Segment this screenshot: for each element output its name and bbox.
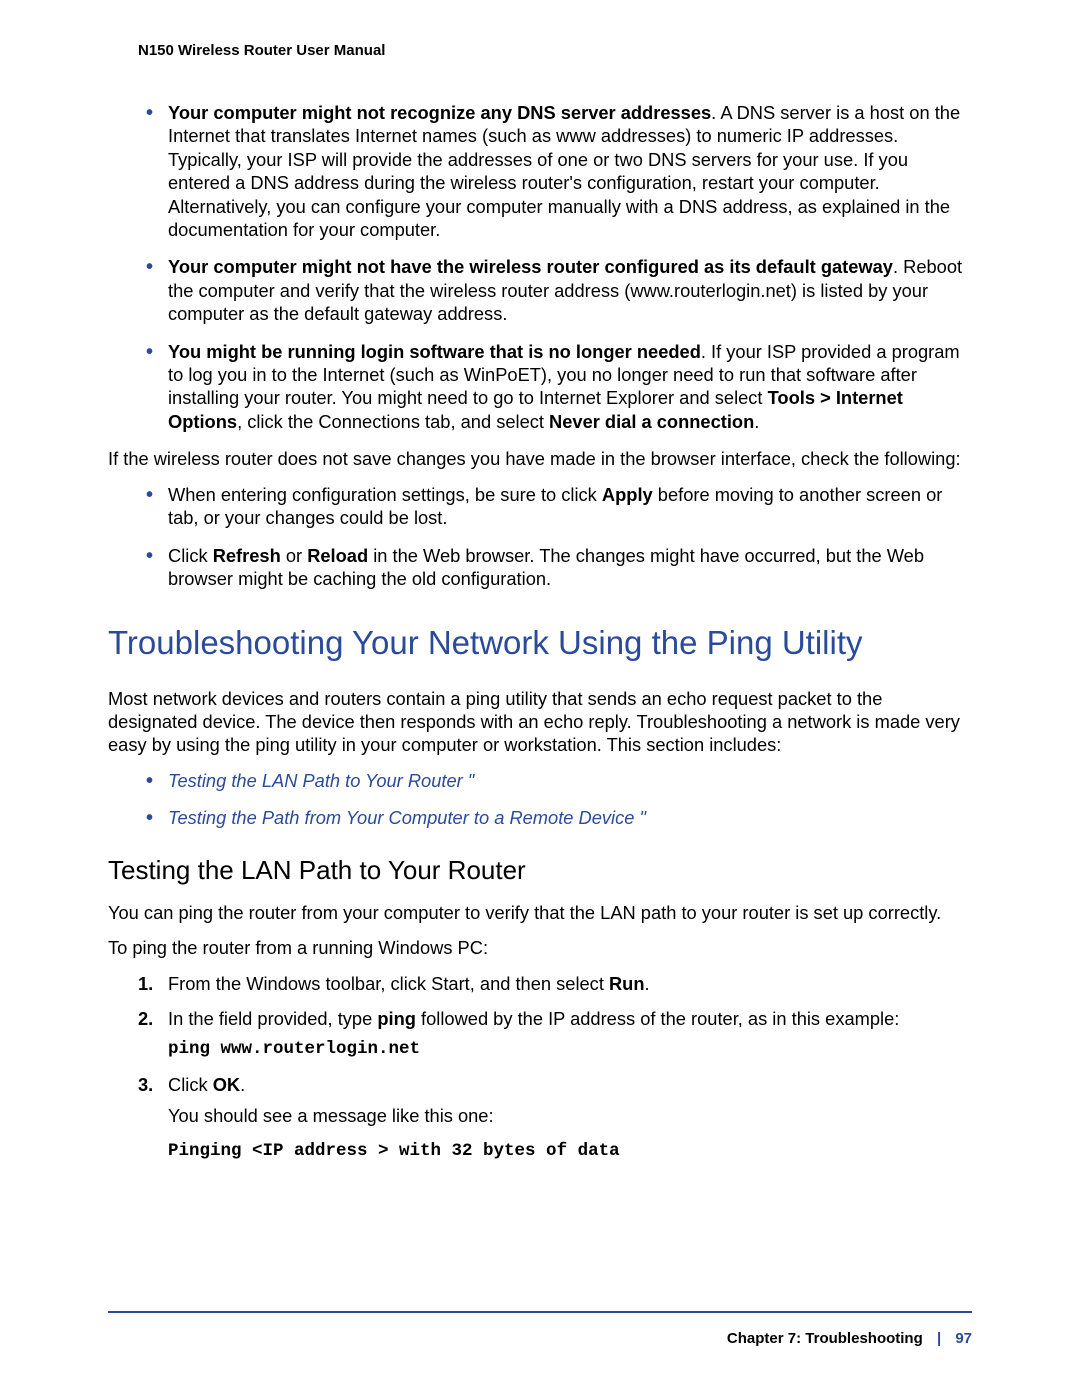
bullet-list-1: Your computer might not recognize any DN… — [138, 101, 972, 433]
cross-reference-link[interactable]: Testing the Path from Your Computer to a… — [168, 807, 646, 828]
bold-lead: Your computer might not recognize any DN… — [168, 102, 711, 123]
cross-reference-link[interactable]: Testing the LAN Path to Your Router " — [168, 770, 474, 791]
code-line: Pinging <IP address > with 32 bytes of d… — [168, 1140, 972, 1162]
separator: | — [927, 1330, 951, 1347]
link-list: Testing the LAN Path to Your Router " Te… — [138, 769, 972, 830]
document-page: N150 Wireless Router User Manual Your co… — [0, 0, 1080, 1397]
code-line: ping www.routerlogin.net — [168, 1038, 972, 1060]
paragraph: If the wireless router does not save cha… — [108, 447, 972, 470]
step-item: From the Windows toolbar, click Start, a… — [138, 972, 972, 995]
list-item: Testing the Path from Your Computer to a… — [138, 806, 972, 829]
list-item: When entering configuration settings, be… — [138, 483, 972, 530]
step-item: In the field provided, type ping followe… — [138, 1007, 972, 1061]
list-item: Testing the LAN Path to Your Router " — [138, 769, 972, 792]
list-item: Your computer might not have the wireles… — [138, 255, 972, 325]
list-item: You might be running login software that… — [138, 340, 972, 434]
paragraph: You should see a message like this one: — [168, 1104, 972, 1127]
list-item: Click Refresh or Reload in the Web brows… — [138, 544, 972, 591]
page-number: 97 — [955, 1330, 972, 1347]
chapter-label: Chapter 7: Troubleshooting — [727, 1330, 923, 1347]
body: Your computer might not recognize any DN… — [108, 101, 972, 1162]
footer: Chapter 7: Troubleshooting | 97 — [727, 1330, 972, 1347]
subsection-heading: Testing the LAN Path to Your Router — [108, 854, 972, 887]
paragraph: To ping the router from a running Window… — [108, 936, 972, 959]
bullet-list-2: When entering configuration settings, be… — [138, 483, 972, 591]
section-heading: Troubleshooting Your Network Using the P… — [108, 622, 972, 664]
step-list: From the Windows toolbar, click Start, a… — [138, 972, 972, 1162]
list-item: Your computer might not recognize any DN… — [138, 101, 972, 241]
paragraph: You can ping the router from your comput… — [108, 901, 972, 924]
paragraph: Most network devices and routers contain… — [108, 687, 972, 757]
bold-lead: You might be running login software that… — [168, 341, 701, 362]
step-item: Click OK. You should see a message like … — [138, 1073, 972, 1162]
bold-lead: Your computer might not have the wireles… — [168, 256, 893, 277]
footer-rule — [108, 1311, 972, 1313]
document-header: N150 Wireless Router User Manual — [138, 42, 972, 59]
